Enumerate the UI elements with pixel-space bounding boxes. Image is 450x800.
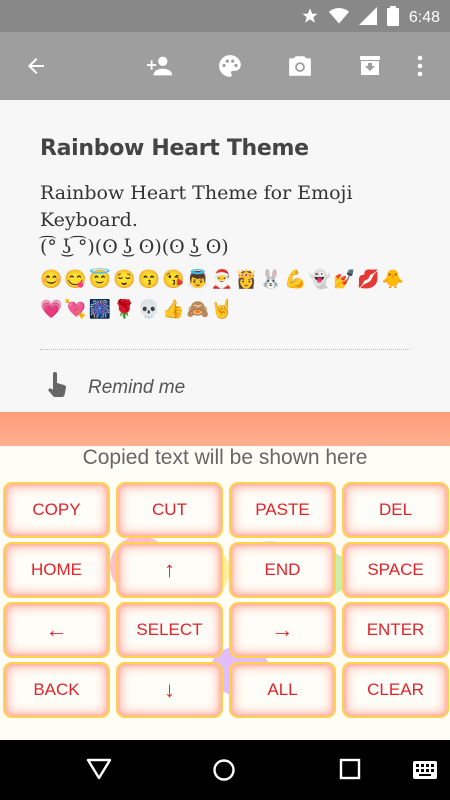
- enter-key[interactable]: ENTER: [342, 602, 449, 658]
- remind-me-label: Remind me: [88, 377, 186, 398]
- note-body[interactable]: Rainbow Heart Theme for Emoji Keyboard. …: [40, 180, 420, 261]
- note-content: Rainbow Heart Theme Rainbow Heart Theme …: [0, 100, 450, 412]
- right-arrow-key[interactable]: →: [229, 602, 336, 658]
- toolbar: [0, 32, 450, 100]
- note-title[interactable]: Rainbow Heart Theme: [40, 136, 309, 161]
- nav-back-icon[interactable]: [86, 758, 112, 785]
- nav-home-icon[interactable]: [212, 758, 236, 787]
- archive-icon[interactable]: [356, 52, 384, 80]
- note-emojis: 😊😋😇😌😙😘👼🎅👸🐰💪👻💅💋🐥 💗💘🎆🌹💀👍🙈🤘: [40, 264, 420, 324]
- left-arrow-key[interactable]: ←: [3, 602, 110, 658]
- space-key[interactable]: SPACE: [342, 542, 449, 598]
- cut-key[interactable]: CUT: [116, 482, 223, 538]
- key-grid: COPY CUT PASTE DEL HOME ↑ END SPACE ← SE…: [3, 482, 449, 718]
- battery-icon: [386, 6, 399, 30]
- copy-key[interactable]: COPY: [3, 482, 110, 538]
- star-icon: [301, 7, 319, 29]
- hand-pointer-icon: [46, 372, 68, 404]
- clock: 6:48: [408, 9, 440, 26]
- paste-key[interactable]: PASTE: [229, 482, 336, 538]
- select-all-key[interactable]: ALL: [229, 662, 336, 718]
- keyboard-top-bar: [0, 412, 450, 446]
- divider: [40, 349, 410, 350]
- signal-icon: [358, 7, 377, 29]
- camera-icon[interactable]: [286, 52, 314, 80]
- emoji-row-1: 😊😋😇😌😙😘👼🎅👸🐰💪👻💅💋🐥: [40, 269, 407, 289]
- back-key[interactable]: BACK: [3, 662, 110, 718]
- nav-recents-icon[interactable]: [339, 758, 361, 785]
- up-arrow-key[interactable]: ↑: [116, 542, 223, 598]
- add-person-icon[interactable]: [146, 52, 174, 80]
- status-bar: 6:48: [0, 0, 450, 32]
- home-key[interactable]: HOME: [3, 542, 110, 598]
- navigation-bar: [0, 740, 450, 800]
- clear-key[interactable]: CLEAR: [342, 662, 449, 718]
- select-key[interactable]: SELECT: [116, 602, 223, 658]
- down-arrow-key[interactable]: ↓: [116, 662, 223, 718]
- remind-me-button[interactable]: Remind me: [46, 372, 185, 404]
- copied-text-display: Copied text will be shown here: [82, 446, 368, 469]
- more-options-icon[interactable]: [406, 52, 434, 80]
- palette-icon[interactable]: [216, 52, 244, 80]
- delete-key[interactable]: DEL: [342, 482, 449, 538]
- wifi-icon: [328, 7, 349, 29]
- back-arrow-icon[interactable]: [22, 52, 50, 80]
- keyboard-icon[interactable]: [412, 760, 438, 785]
- emoji-row-2: 💗💘🎆🌹💀👍🙈🤘: [40, 299, 236, 319]
- keyboard: Copied text will be shown here COPY CUT …: [0, 446, 450, 740]
- end-key[interactable]: END: [229, 542, 336, 598]
